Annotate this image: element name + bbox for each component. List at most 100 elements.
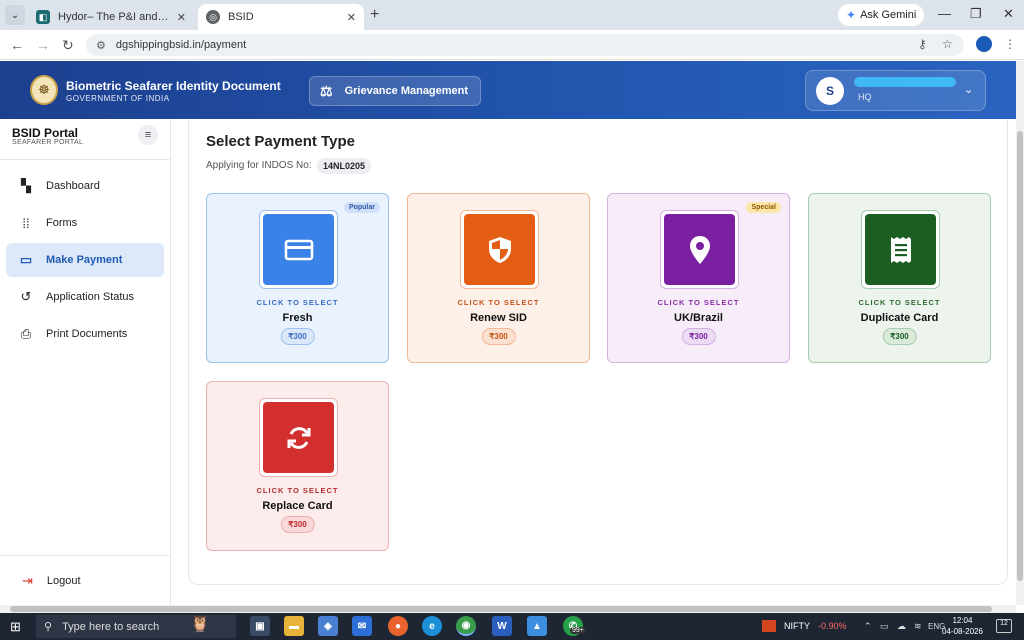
grievance-management-button[interactable]: ⚖ Grievance Management [309, 76, 481, 106]
sidebar-item-label: Dashboard [46, 180, 100, 192]
history-icon: ↺ [20, 289, 32, 304]
chevron-down-icon[interactable]: ⌄ [964, 83, 973, 96]
sidebar-item-print-documents[interactable]: ⎙ Print Documents [6, 317, 164, 351]
scrollbar-thumb[interactable] [10, 606, 992, 612]
browser-menu-icon[interactable]: ⋮ [1004, 37, 1016, 51]
sidebar-item-dashboard[interactable]: ▚ Dashboard [6, 169, 164, 203]
click-to-select-label: CLICK TO SELECT [657, 298, 740, 307]
user-menu[interactable]: S HQ ⌄ [805, 70, 986, 111]
search-placeholder: Type here to search [62, 620, 160, 633]
site-info-icon[interactable]: ⚙ [96, 39, 106, 52]
horizontal-scrollbar[interactable] [0, 605, 1016, 613]
word-icon[interactable]: W [492, 616, 512, 636]
close-window-icon[interactable]: ✕ [1003, 6, 1014, 22]
logout-icon: ⇥ [22, 573, 33, 588]
price-badge: ₹300 [280, 328, 315, 345]
price-badge: ₹300 [481, 328, 516, 345]
user-name-redacted [854, 77, 956, 87]
sidebar-item-label: Print Documents [46, 328, 128, 340]
price-badge: ₹300 [280, 516, 315, 533]
password-key-icon[interactable]: ⚷ [918, 37, 927, 51]
ask-gemini-label: Ask Gemini [860, 9, 917, 21]
file-explorer-icon[interactable]: ▬ [284, 616, 304, 636]
address-bar-row: ← → ↻ ⚙ dgshippingbsid.in/payment ⚷ ☆ ⋮ [0, 30, 1024, 60]
new-tab-icon[interactable]: + [370, 6, 379, 24]
task-view-icon[interactable]: ▣ [250, 616, 270, 636]
search-icon: ⚲ [44, 621, 53, 633]
whatsapp-unread-badge: 99+ [570, 627, 586, 634]
payment-option-renew-sid[interactable]: CLICK TO SELECT Renew SID ₹300 [407, 193, 590, 363]
wifi-icon[interactable]: ≋ [914, 621, 922, 632]
payment-option-uk-brazil[interactable]: Special CLICK TO SELECT UK/Brazil ₹300 [607, 193, 790, 363]
minimize-icon[interactable]: — [938, 6, 951, 21]
logout-button[interactable]: ⇥ Logout [22, 573, 81, 589]
profile-avatar-icon[interactable] [976, 36, 992, 52]
click-to-select-label: CLICK TO SELECT [256, 486, 339, 495]
ask-gemini-button[interactable]: ✦ Ask Gemini [838, 4, 925, 26]
scrollbar-thumb[interactable] [1017, 131, 1023, 581]
chevron-up-icon[interactable]: ⌃ [864, 621, 872, 632]
payment-option-replace-card[interactable]: CLICK TO SELECT Replace Card ₹300 [206, 381, 389, 551]
icon-frame [861, 210, 940, 289]
close-tab-icon[interactable]: ✕ [177, 11, 186, 24]
copilot-icon[interactable]: ◈ [318, 616, 338, 636]
chrome-icon[interactable]: ◉ [456, 616, 476, 636]
sidebar-item-application-status[interactable]: ↺ Application Status [6, 280, 164, 314]
back-arrow-icon[interactable]: ← [10, 37, 24, 53]
refresh-icon [263, 402, 334, 473]
bookmark-star-icon[interactable]: ☆ [942, 37, 953, 51]
tab-title: Hydor– The P&I and Marine Lia [58, 11, 171, 23]
sidebar-item-label: Application Status [46, 291, 135, 303]
gavel-icon: ⚖ [320, 82, 333, 99]
forward-arrow-icon[interactable]: → [36, 37, 50, 53]
popular-badge: Popular [343, 202, 380, 213]
tab-search-button[interactable]: ⌄ [5, 5, 25, 25]
photos-icon[interactable]: ▲ [527, 616, 547, 636]
windows-start-icon[interactable]: ⊞ [10, 619, 21, 635]
payment-option-name: Duplicate Card [860, 312, 939, 324]
hydor-favicon-icon: ◧ [36, 10, 50, 24]
shield-icon [464, 214, 535, 285]
app-title: Biometric Seafarer Identity Document [66, 79, 281, 93]
date: 04-08-2026 [942, 627, 983, 636]
payment-option-fresh[interactable]: Popular CLICK TO SELECT Fresh ₹300 [206, 193, 389, 363]
windows-taskbar: ⊞ ⚲ Type here to search 🦉 ▣ ▬ ◈ ✉ ● e ◉ … [0, 613, 1024, 640]
click-to-select-label: CLICK TO SELECT [457, 298, 540, 307]
hamburger-menu-icon[interactable]: ≡ [138, 125, 158, 145]
price-badge: ₹300 [882, 328, 917, 345]
payment-option-name: UK/Brazil [674, 312, 723, 324]
payment-option-duplicate-card[interactable]: CLICK TO SELECT Duplicate Card ₹300 [808, 193, 991, 363]
page-title: Select Payment Type [206, 133, 355, 150]
icon-frame [660, 210, 739, 289]
reload-icon[interactable]: ↻ [62, 37, 74, 54]
sidebar-item-label: Forms [46, 217, 78, 229]
nifty-label[interactable]: NIFTY [784, 621, 810, 631]
vertical-scrollbar[interactable] [1016, 61, 1024, 605]
firefox-icon[interactable]: ● [388, 616, 408, 636]
mail-icon[interactable]: ✉ [352, 616, 372, 636]
time: 12:04 [952, 616, 973, 625]
cloud-icon[interactable]: ☁ [897, 621, 906, 632]
sidebar-item-forms[interactable]: ⁞⁞ Forms [6, 206, 164, 240]
close-tab-icon[interactable]: ✕ [347, 11, 356, 24]
owl-search-highlight-icon: 🦉 [190, 616, 210, 633]
app-subtitle: GOVERNMENT OF INDIA [66, 94, 170, 103]
display-icon[interactable]: ▭ [880, 621, 889, 632]
icon-frame [259, 398, 338, 477]
sidebar-item-make-payment[interactable]: ▭ Make Payment [6, 243, 164, 277]
click-to-select-label: CLICK TO SELECT [256, 298, 339, 307]
taskbar-clock[interactable]: 12:04 04-08-2026 [942, 615, 983, 637]
notification-center-icon[interactable]: 12 [996, 619, 1012, 633]
gemini-sparkle-icon: ✦ [846, 8, 857, 22]
printer-icon: ⎙ [20, 326, 32, 341]
browser-tab-bsid[interactable]: ◎ BSID ✕ [198, 4, 364, 30]
credit-card-icon [263, 214, 334, 285]
special-badge: Special [746, 202, 781, 213]
restore-icon[interactable]: ❐ [970, 6, 982, 22]
url-input[interactable]: ⚙ dgshippingbsid.in/payment [86, 34, 964, 56]
receipt-icon [865, 214, 936, 285]
edge-icon[interactable]: e [422, 616, 442, 636]
url-text: dgshippingbsid.in/payment [115, 39, 247, 51]
location-pin-icon [664, 214, 735, 285]
browser-tab-hydor[interactable]: ◧ Hydor– The P&I and Marine Lia ✕ [28, 4, 194, 30]
